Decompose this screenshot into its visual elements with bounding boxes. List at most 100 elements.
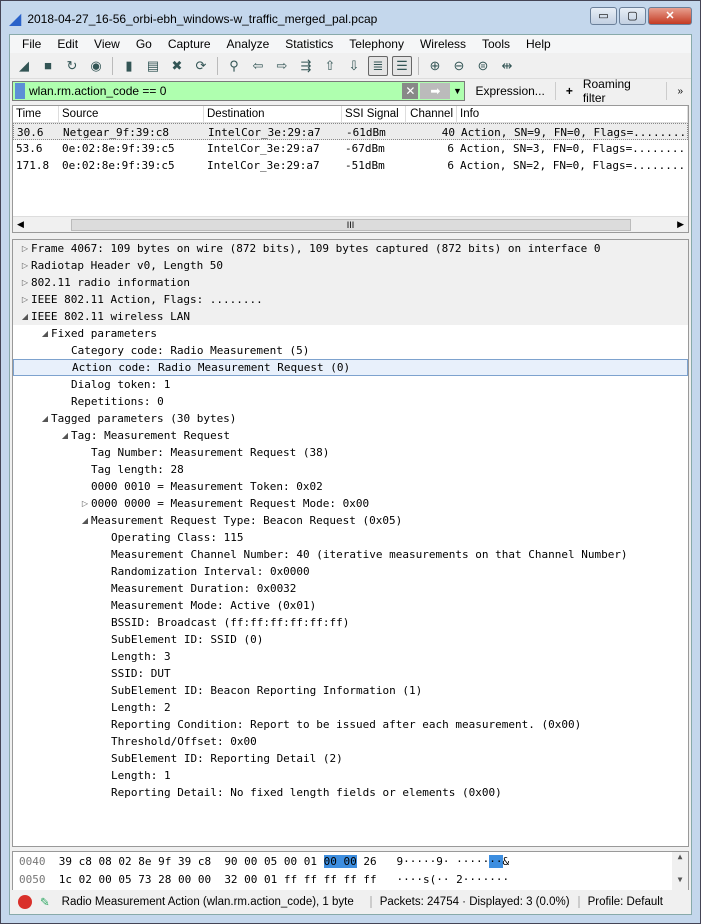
tree-item[interactable]: Length: 2 xyxy=(13,699,688,716)
apply-filter-button[interactable]: ➡ xyxy=(420,83,451,99)
tree-item[interactable]: Tag Number: Measurement Request (38) xyxy=(13,444,688,461)
hex-bytes[interactable]: 1c 02 00 05 73 28 00 00 32 00 01 ff ff f… xyxy=(59,873,397,886)
tree-item[interactable]: Threshold/Offset: 0x00 xyxy=(13,733,688,750)
forward-icon[interactable]: ⇨ xyxy=(272,56,292,76)
tree-item[interactable]: Action code: Radio Measurement Request (… xyxy=(13,359,688,376)
first-packet-icon[interactable]: ⇧ xyxy=(320,56,340,76)
tree-item[interactable]: Randomization Interval: 0x0000 xyxy=(13,563,688,580)
tree-item[interactable]: Measurement Channel Number: 40 (iterativ… xyxy=(13,546,688,563)
bookmark-icon[interactable] xyxy=(15,83,25,99)
tree-item[interactable]: Category code: Radio Measurement (5) xyxy=(13,342,688,359)
menu-analyze[interactable]: Analyze xyxy=(219,37,278,51)
resize-columns-icon[interactable]: ⇹ xyxy=(497,56,517,76)
filter-history-dropdown[interactable]: ▼ xyxy=(450,86,464,96)
menu-edit[interactable]: Edit xyxy=(49,37,86,51)
tree-item[interactable]: ◢ Fixed parameters xyxy=(13,325,688,342)
vertical-scrollbar[interactable]: ▲ ▼ xyxy=(672,852,688,890)
tree-item[interactable]: SSID: DUT xyxy=(13,665,688,682)
tree-item[interactable]: ◢ Tag: Measurement Request xyxy=(13,427,688,444)
hex-row[interactable]: 0040 39 c8 08 02 8e 9f 39 c8 90 00 05 00… xyxy=(13,853,688,870)
packet-row[interactable]: 53.6 0e:02:8e:9f:39:c5 IntelCor_3e:29:a7 -6… xyxy=(13,140,688,157)
column-header-destination[interactable]: Destination xyxy=(204,106,342,122)
autoscroll-icon[interactable]: ≣ xyxy=(368,55,388,76)
find-icon[interactable]: ⚲ xyxy=(224,56,244,76)
packet-row[interactable]: 30.6 Netgear_9f:39:c8 IntelCor_3e:29:a7 -61… xyxy=(13,123,688,140)
tree-item[interactable]: Dialog token: 1 xyxy=(13,376,688,393)
colorize-icon[interactable]: ☰ xyxy=(392,55,412,76)
zoom-reset-icon[interactable]: ⊜ xyxy=(473,56,493,76)
filter-value[interactable]: wlan.rm.action_code == 0 xyxy=(29,84,402,98)
tree-item[interactable]: BSSID: Broadcast (ff:ff:ff:ff:ff:ff) xyxy=(13,614,688,631)
tree-item[interactable]: ▷ 0000 0000 = Measurement Request Mode: … xyxy=(13,495,688,512)
tree-item[interactable]: Reporting Condition: Report to be issued… xyxy=(13,716,688,733)
hex-ascii[interactable]: 9·····9· ····· xyxy=(397,855,490,868)
scroll-left-icon[interactable]: ◀ xyxy=(17,219,24,230)
hex-ascii[interactable]: ····s(·· 2······· xyxy=(397,873,510,886)
expanded-arrow-icon[interactable]: ◢ xyxy=(39,325,51,342)
hex-ascii[interactable]: & xyxy=(503,855,510,868)
expanded-arrow-icon[interactable]: ◢ xyxy=(59,427,71,444)
column-header-channel[interactable]: Channel xyxy=(406,106,457,122)
tree-item[interactable]: ◢ Tagged parameters (30 bytes) xyxy=(13,410,688,427)
expanded-arrow-icon[interactable]: ◢ xyxy=(39,410,51,427)
add-filter-button-icon[interactable]: + xyxy=(560,84,573,98)
collapsed-arrow-icon[interactable]: ▷ xyxy=(19,257,31,274)
expression-button[interactable]: Expression... xyxy=(469,84,550,98)
scroll-right-icon[interactable]: ▶ xyxy=(677,219,684,230)
tree-item[interactable]: SubElement ID: SSID (0) xyxy=(13,631,688,648)
menu-help[interactable]: Help xyxy=(518,37,559,51)
tree-item[interactable]: SubElement ID: Beacon Reporting Informat… xyxy=(13,682,688,699)
tree-item[interactable]: Length: 1 xyxy=(13,767,688,784)
tree-item[interactable]: ▷ 802.11 radio information xyxy=(13,274,688,291)
scroll-down-icon[interactable]: ▼ xyxy=(672,875,688,884)
clear-filter-button[interactable]: ✕ xyxy=(402,83,419,99)
menu-go[interactable]: Go xyxy=(128,37,160,51)
scroll-thumb[interactable]: III xyxy=(70,218,631,231)
edit-comment-icon[interactable]: ✎ xyxy=(40,895,50,909)
profile-selector[interactable]: Profile: Default xyxy=(577,896,671,908)
collapsed-arrow-icon[interactable]: ▷ xyxy=(19,274,31,291)
more-chevron-icon[interactable]: » xyxy=(671,86,689,97)
tree-item[interactable]: ▷ Frame 4067: 109 bytes on wire (872 bit… xyxy=(13,240,688,257)
hex-bytes-highlighted[interactable]: 00 00 xyxy=(323,855,357,868)
expanded-arrow-icon[interactable]: ◢ xyxy=(19,308,31,325)
packet-row[interactable]: 171.8 0e:02:8e:9f:39:c5 IntelCor_3e:29:a7 -… xyxy=(13,157,688,174)
reload-icon[interactable]: ⟳ xyxy=(191,56,211,76)
collapsed-arrow-icon[interactable]: ▷ xyxy=(19,240,31,257)
horizontal-scrollbar[interactable]: ◀ III ▶ xyxy=(13,216,688,232)
tree-item[interactable]: ◢ Measurement Request Type: Beacon Reque… xyxy=(13,512,688,529)
capture-status-icon[interactable] xyxy=(18,895,32,909)
menu-capture[interactable]: Capture xyxy=(160,37,219,51)
go-to-packet-icon[interactable]: ⇶ xyxy=(296,56,316,76)
column-header-ssi-signal[interactable]: SSI Signal xyxy=(342,106,406,122)
menu-file[interactable]: File xyxy=(14,37,49,51)
display-filter-input[interactable]: wlan.rm.action_code == 0 ✕ ➡ ▼ xyxy=(12,81,466,101)
menu-wireless[interactable]: Wireless xyxy=(412,37,474,51)
column-header-info[interactable]: Info xyxy=(457,106,688,122)
roaming-filter-button[interactable]: Roaming filter xyxy=(577,77,663,105)
menu-view[interactable]: View xyxy=(86,37,128,51)
tree-item[interactable]: Operating Class: 115 xyxy=(13,529,688,546)
menu-tools[interactable]: Tools xyxy=(474,37,518,51)
expanded-arrow-icon[interactable]: ◢ xyxy=(79,512,91,529)
menu-telephony[interactable]: Telephony xyxy=(341,37,412,51)
open-file-icon[interactable]: ▮ xyxy=(119,56,139,76)
scroll-up-icon[interactable]: ▲ xyxy=(672,852,688,861)
stop-icon[interactable]: ■ xyxy=(38,56,58,76)
back-icon[interactable]: ⇦ xyxy=(248,56,268,76)
hex-row[interactable]: 0050 1c 02 00 05 73 28 00 00 32 00 01 ff… xyxy=(13,871,688,888)
column-header-source[interactable]: Source xyxy=(59,106,204,122)
tree-item[interactable]: Reporting Detail: No fixed length fields… xyxy=(13,784,688,801)
zoom-in-icon[interactable]: ⊕ xyxy=(425,56,445,76)
tree-item[interactable]: Measurement Mode: Active (0x01) xyxy=(13,597,688,614)
tree-item[interactable]: Tag length: 28 xyxy=(13,461,688,478)
tree-item[interactable]: 0000 0010 = Measurement Token: 0x02 xyxy=(13,478,688,495)
last-packet-icon[interactable]: ⇩ xyxy=(344,56,364,76)
zoom-out-icon[interactable]: ⊖ xyxy=(449,56,469,76)
tree-item[interactable]: ◢ IEEE 802.11 wireless LAN xyxy=(13,308,688,325)
hex-bytes[interactable]: 26 xyxy=(357,855,397,868)
column-header-time[interactable]: Time xyxy=(13,106,59,122)
collapsed-arrow-icon[interactable]: ▷ xyxy=(79,495,91,512)
tree-item[interactable]: SubElement ID: Reporting Detail (2) xyxy=(13,750,688,767)
hex-ascii-highlighted[interactable]: ·· xyxy=(489,855,503,868)
